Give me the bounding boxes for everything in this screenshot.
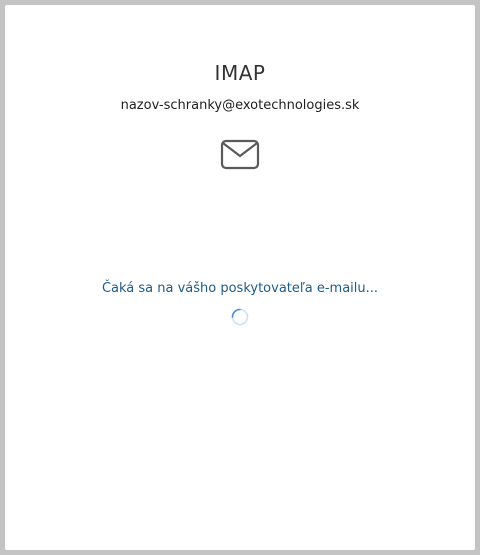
account-email: nazov-schranky@exotechnologies.sk [120,98,360,113]
loading-spinner-icon [231,308,249,326]
status-message: Čaká sa na vášho poskytovateľa e-mailu..… [101,281,379,296]
imap-dialog: IMAP nazov-schranky@exotechnologies.sk Č… [5,5,475,550]
dialog-title: IMAP [214,61,266,85]
envelope-icon [220,139,260,170]
